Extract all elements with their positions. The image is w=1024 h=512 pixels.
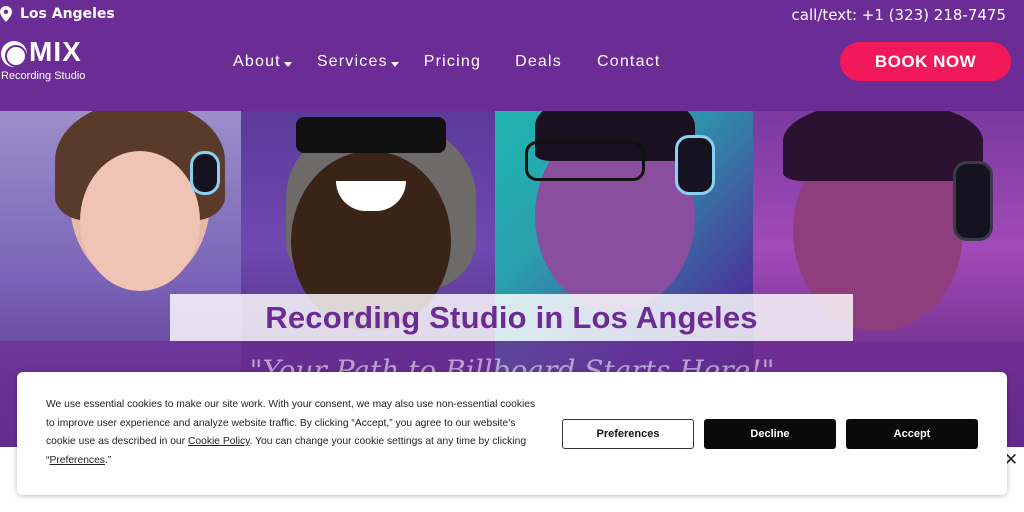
nav-item-about[interactable]: About (233, 52, 292, 72)
glasses-icon (525, 141, 645, 181)
nav-label: Services (316, 53, 388, 70)
nav-item-services[interactable]: Services (317, 52, 399, 72)
hero-title-box: Recording Studio in Los Angeles (170, 294, 853, 341)
location-label: Los Angeles (20, 6, 115, 22)
main-nav: About Services Pricing Deals Contact (233, 52, 661, 72)
preferences-link[interactable]: Preferences (49, 455, 105, 466)
location-pin-icon (0, 6, 12, 22)
nav-item-deals[interactable]: Deals (515, 52, 562, 72)
logo-mark-icon (1, 41, 27, 67)
cookie-message: We use essential cookies to make our sit… (46, 396, 546, 470)
chevron-down-icon (283, 61, 292, 67)
cookie-policy-link[interactable]: Cookie Policy (188, 436, 250, 447)
site-header: Los Angeles call/text: +1 (323) 218-7475… (0, 0, 1024, 111)
hero-photo-face-front (80, 151, 200, 291)
logo-subtitle: Recording Studio (1, 70, 86, 82)
location-indicator: Los Angeles (0, 6, 115, 22)
cookie-text-3: .” (104, 454, 112, 466)
nav-label: Contact (596, 53, 661, 70)
book-now-button[interactable]: BOOK NOW (840, 42, 1011, 81)
decline-button[interactable]: Decline (704, 419, 836, 449)
logo-name: MIX (29, 36, 82, 67)
sunglasses-icon (296, 117, 446, 153)
nav-label: Deals (515, 53, 562, 70)
accept-button[interactable]: Accept (846, 419, 978, 449)
hero-title: Recording Studio in Los Angeles (265, 299, 758, 335)
phone-link[interactable]: call/text: +1 (323) 218-7475 (792, 6, 1006, 24)
nav-label: Pricing (423, 53, 482, 70)
chevron-down-icon (390, 61, 399, 67)
headphone-icon (190, 151, 220, 195)
nav-item-contact[interactable]: Contact (597, 52, 661, 72)
headphone-icon (953, 161, 993, 241)
site-logo[interactable]: MIX Recording Studio (0, 36, 100, 86)
nav-label: About (233, 53, 281, 70)
cookie-banner: We use essential cookies to make our sit… (17, 372, 1007, 495)
headphone-icon (675, 135, 715, 195)
nav-item-pricing[interactable]: Pricing (424, 52, 481, 72)
preferences-button[interactable]: Preferences (562, 419, 694, 449)
